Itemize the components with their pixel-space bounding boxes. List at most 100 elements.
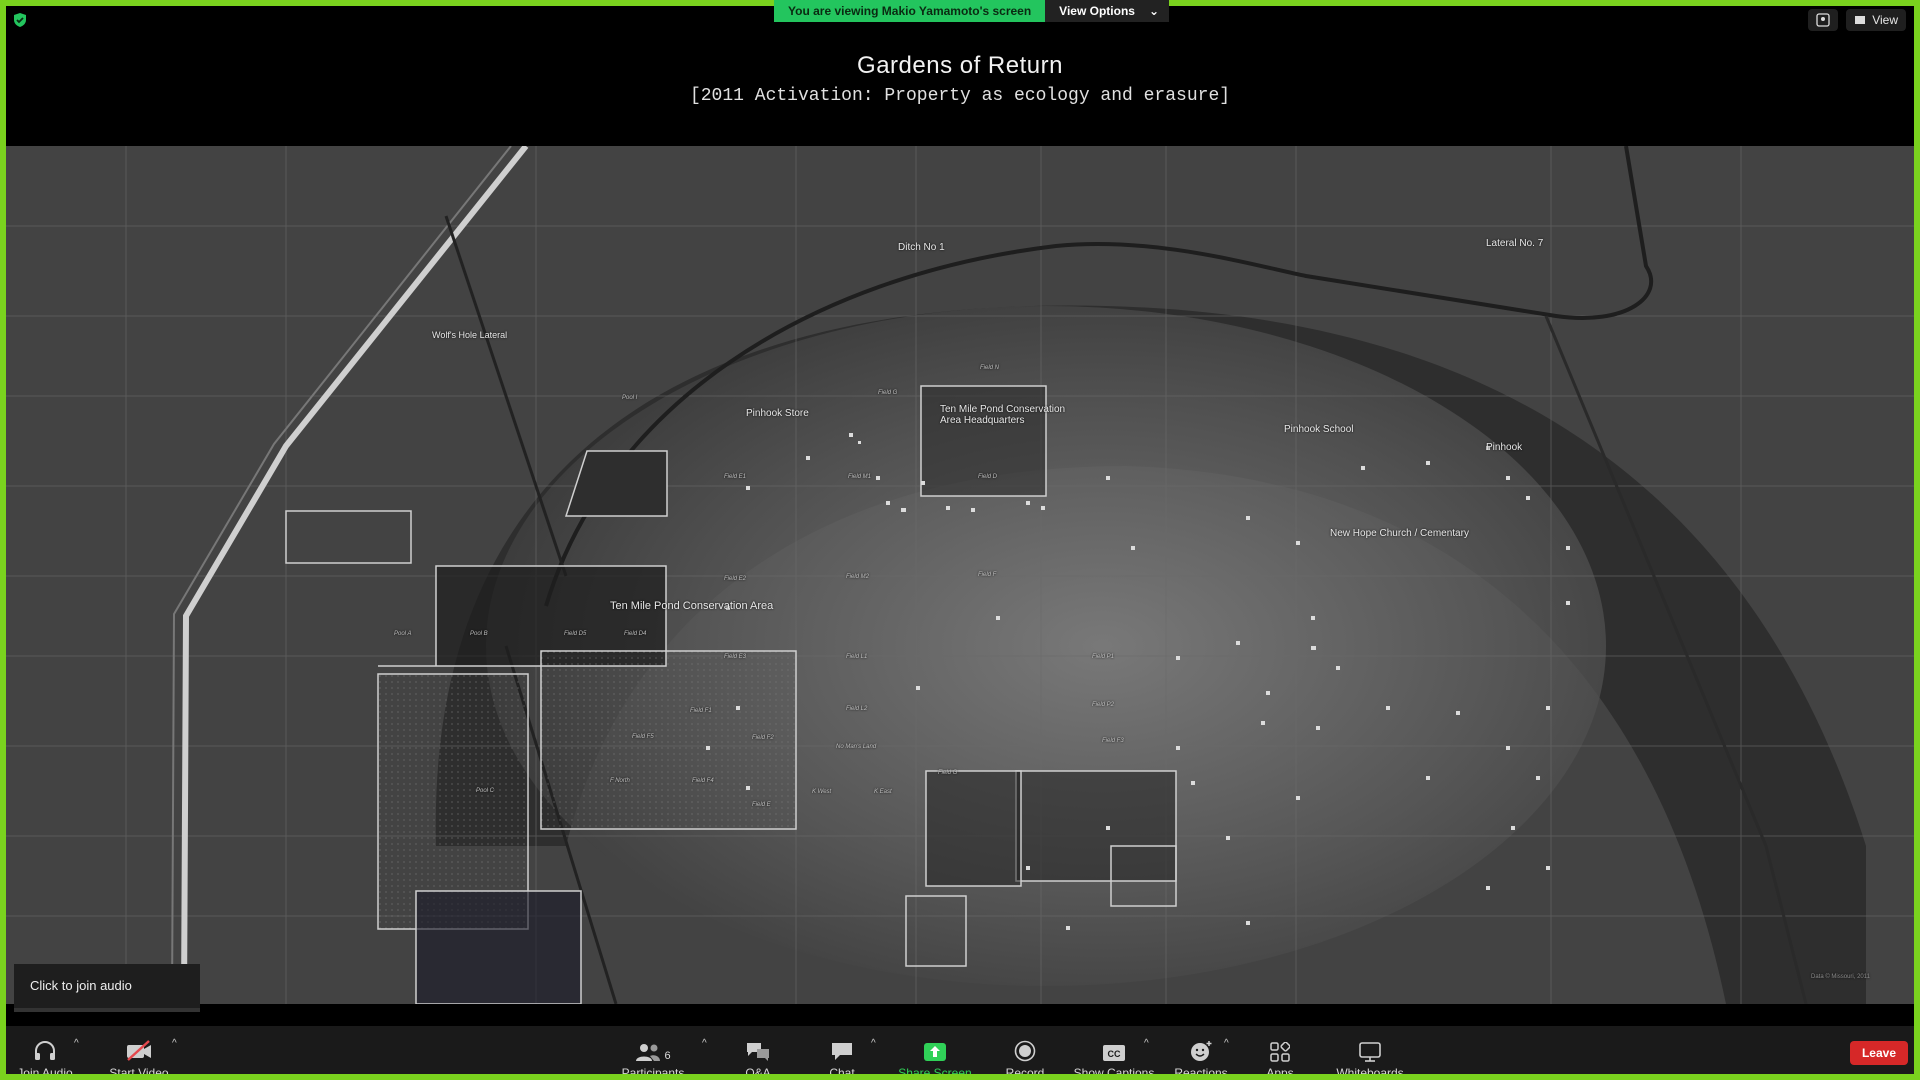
participants-label: Participants (621, 1066, 685, 1080)
join-audio-button[interactable]: Join Audio (12, 1026, 78, 1080)
share-screen-button[interactable]: Share Screen (898, 1026, 972, 1080)
view-button[interactable]: View (1846, 9, 1906, 31)
join-audio-label: Join Audio (17, 1066, 73, 1080)
field-label: Field M1 (848, 474, 872, 480)
field-label: Field F2 (752, 735, 774, 741)
video-options-caret[interactable]: ^ (172, 1038, 177, 1049)
viewing-screen-label: You are viewing Makio Yamamoto's screen (774, 0, 1046, 22)
show-captions-label: Show Captions (1073, 1066, 1155, 1080)
whiteboard-icon (1359, 1042, 1381, 1062)
closed-captions-icon: CC (1103, 1045, 1125, 1061)
field-label: Field F (978, 572, 997, 578)
share-screen-icon (924, 1043, 946, 1061)
headphones-icon (35, 1041, 55, 1060)
whiteboards-label: Whiteboards (1336, 1066, 1404, 1080)
grid-view-icon (1855, 16, 1866, 24)
apps-grid-icon (1270, 1042, 1290, 1062)
field-label: Pool I (622, 395, 638, 401)
leave-button[interactable]: Leave (1849, 1041, 1908, 1065)
qa-label: Q&A (745, 1066, 771, 1080)
field-label: Field L2 (846, 706, 868, 712)
map-label-new-hope-church: New Hope Church / Cementary (1330, 528, 1469, 539)
field-label: Field G (878, 390, 898, 396)
captions-options-caret[interactable]: ^ (1144, 1038, 1149, 1049)
chevron-down-icon: ⌄ (1148, 4, 1160, 18)
qa-button[interactable]: Q&A (738, 1026, 778, 1080)
view-options-button[interactable]: View Options ⌄ (1045, 0, 1170, 22)
field-label: K East (874, 789, 892, 795)
join-audio-tooltip[interactable]: Click to join audio (14, 964, 200, 1012)
participants-button[interactable]: 6 Participants (614, 1026, 692, 1080)
participants-icon (636, 1044, 661, 1061)
chat-options-caret[interactable]: ^ (871, 1038, 876, 1049)
field-label: Field M2 (846, 574, 870, 580)
top-right-controls: View (1808, 9, 1906, 31)
immersive-toggle-button[interactable] (1808, 9, 1839, 31)
chat-button[interactable]: Chat (822, 1026, 862, 1080)
map-terrain (6, 146, 1914, 1004)
field-label: F North (610, 778, 630, 784)
reactions-button[interactable]: Reactions (1172, 1026, 1230, 1080)
start-video-button[interactable]: Start Video (102, 1026, 176, 1080)
record-label: Record (1005, 1066, 1045, 1080)
apps-button[interactable]: Apps (1262, 1026, 1298, 1080)
field-label: Pool A (394, 631, 412, 637)
field-label: Field L1 (846, 654, 868, 660)
video-off-icon (127, 1040, 151, 1061)
field-label: No Man's Land (836, 744, 877, 750)
chat-label: Chat (829, 1066, 855, 1080)
qa-bubbles-icon (747, 1043, 769, 1061)
field-label: Field E1 (724, 474, 747, 480)
map-label-pinhook: Pinhook (1486, 442, 1523, 453)
participants-options-caret[interactable]: ^ (702, 1038, 707, 1049)
audio-options-caret[interactable]: ^ (74, 1038, 79, 1049)
smiley-plus-icon (1191, 1041, 1212, 1061)
field-label: Field F3 (1102, 738, 1124, 744)
map-label-lateral-7: Lateral No. 7 (1486, 238, 1544, 249)
field-label: Field N (980, 365, 1000, 371)
map-label-tmp-area: Ten Mile Pond Conservation Area (610, 600, 774, 612)
field-label: Field P1 (1092, 654, 1115, 660)
show-captions-button[interactable]: CC Show Captions (1072, 1026, 1156, 1080)
map-label-pinhook-school: Pinhook School (1284, 424, 1354, 435)
shaded-relief-map: Ditch No 1 Lateral No. 7 Wolf's Hole Lat… (6, 146, 1914, 1004)
sharing-banner: You are viewing Makio Yamamoto's screen … (774, 0, 1170, 22)
field-label: Field G (938, 770, 958, 776)
apps-label: Apps (1266, 1066, 1294, 1080)
slide-subtitle: [2011 Activation: Property as ecology an… (689, 86, 1231, 106)
map-label-wolfs-hole: Wolf's Hole Lateral (432, 330, 508, 340)
record-button[interactable]: Record (1004, 1026, 1046, 1080)
start-video-label: Start Video (109, 1066, 169, 1080)
view-label: View (1872, 13, 1898, 27)
record-icon (1014, 1040, 1036, 1062)
reactions-label: Reactions (1174, 1066, 1228, 1080)
field-label: Field F4 (692, 778, 714, 784)
field-label: K West (812, 789, 832, 795)
field-label: Pool B (470, 631, 488, 637)
field-label: Field P2 (1092, 702, 1115, 708)
field-label: Field E3 (724, 654, 747, 660)
field-label: Field D5 (564, 631, 587, 637)
svg-text:CC: CC (1108, 1049, 1121, 1059)
slide-title: Gardens of Return (857, 52, 1063, 79)
participants-count: 6 (664, 1050, 671, 1062)
chat-bubble-icon (832, 1043, 852, 1060)
map-label-tmp-headquarters: Ten Mile Pond Conservation Area Headquar… (940, 404, 1066, 426)
reactions-options-caret[interactable]: ^ (1224, 1038, 1229, 1049)
security-shield-icon[interactable] (12, 12, 28, 28)
meeting-toolbar: Join Audio ^ Start Video ^ 6 Participant… (0, 1026, 1920, 1080)
field-label: Pool C (476, 788, 495, 794)
share-screen-label: Share Screen (898, 1066, 972, 1080)
map-label-pinhook-store: Pinhook Store (746, 408, 809, 419)
view-options-label: View Options (1059, 4, 1135, 18)
map-label-ditch-no-1: Ditch No 1 (898, 242, 945, 253)
field-label: Field F1 (690, 708, 712, 714)
whiteboards-button[interactable]: Whiteboards (1334, 1026, 1406, 1080)
field-label: Field D4 (624, 631, 647, 637)
field-label: Field E (752, 802, 771, 808)
field-label: Field F5 (632, 734, 654, 740)
field-label: Field D (978, 474, 998, 480)
map-credit: Data © Missouri, 2011 (1811, 974, 1871, 980)
person-frame-icon (1816, 13, 1830, 27)
field-label: Field E2 (724, 576, 747, 582)
